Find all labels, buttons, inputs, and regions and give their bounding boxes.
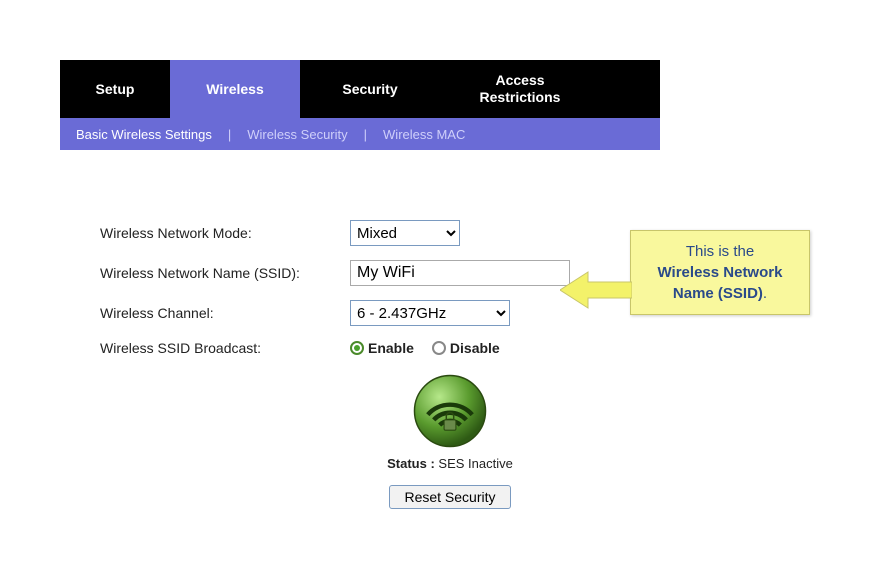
- subnav-basic-wireless[interactable]: Basic Wireless Settings: [66, 127, 222, 142]
- radio-label-disable: Disable: [450, 340, 500, 356]
- tab-access-restrictions[interactable]: AccessRestrictions: [440, 60, 600, 118]
- ses-status-label: Status :: [387, 456, 435, 471]
- ses-area: Status : SES Inactive Reset Security: [350, 374, 550, 509]
- subnav-separator: |: [222, 127, 237, 142]
- label-ssid: Wireless Network Name (SSID):: [100, 265, 350, 281]
- radio-icon: [432, 341, 446, 355]
- select-channel[interactable]: 6 - 2.437GHz: [350, 300, 510, 326]
- subnav-wireless-security[interactable]: Wireless Security: [237, 127, 357, 142]
- callout-text-1: This is the: [686, 243, 754, 260]
- tab-wireless[interactable]: Wireless: [170, 60, 300, 118]
- radio-label-enable: Enable: [368, 340, 414, 356]
- reset-security-button[interactable]: Reset Security: [389, 485, 510, 509]
- input-ssid[interactable]: [350, 260, 570, 286]
- subnav-separator: |: [358, 127, 373, 142]
- ses-status: Status : SES Inactive: [350, 456, 550, 471]
- select-network-mode[interactable]: Mixed: [350, 220, 460, 246]
- radio-broadcast-enable[interactable]: Enable: [350, 340, 414, 356]
- callout-text-3: .: [763, 285, 767, 302]
- ses-button-icon[interactable]: [413, 374, 487, 448]
- callout-tooltip: This is the Wireless Network Name (SSID)…: [630, 230, 830, 315]
- label-channel: Wireless Channel:: [100, 305, 350, 321]
- ses-status-value: SES Inactive: [438, 456, 512, 471]
- radio-broadcast-disable[interactable]: Disable: [432, 340, 500, 356]
- callout-arrow-icon: [560, 270, 632, 310]
- label-network-mode: Wireless Network Mode:: [100, 225, 350, 241]
- subnav-wireless-mac[interactable]: Wireless MAC: [373, 127, 475, 142]
- tab-security[interactable]: Security: [300, 60, 440, 118]
- main-nav: Setup Wireless Security AccessRestrictio…: [60, 60, 660, 118]
- radio-icon: [350, 341, 364, 355]
- label-ssid-broadcast: Wireless SSID Broadcast:: [100, 340, 350, 356]
- sub-nav: Basic Wireless Settings | Wireless Secur…: [60, 118, 660, 150]
- tab-setup[interactable]: Setup: [60, 60, 170, 118]
- callout-box: This is the Wireless Network Name (SSID)…: [630, 230, 810, 315]
